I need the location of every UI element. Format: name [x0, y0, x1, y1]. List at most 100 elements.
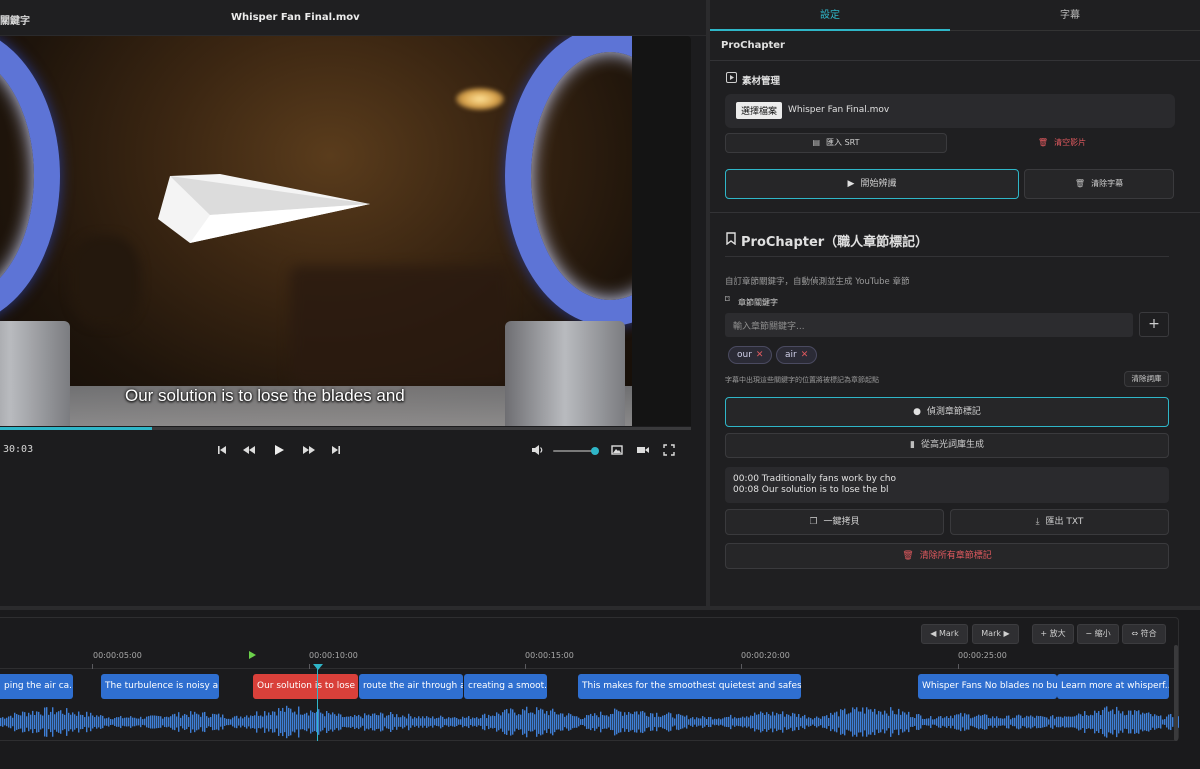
volume-slider[interactable]: [553, 447, 599, 455]
waveform-bar: [894, 714, 896, 730]
bookmark-icon: ▮: [910, 440, 915, 450]
chapter-marker-flag[interactable]: [249, 651, 256, 659]
trash-icon: 🗑: [902, 551, 914, 561]
subtitle-clip[interactable]: creating a smoot...: [464, 674, 547, 699]
subtitle-clip[interactable]: The turbulence is noisy a...: [101, 674, 219, 699]
waveform-bar: [472, 717, 474, 727]
waveform-bar: [1160, 715, 1162, 729]
rewind-icon[interactable]: [242, 443, 256, 457]
waveform-bar: [462, 716, 464, 728]
waveform-bar: [614, 708, 616, 736]
import-srt-button[interactable]: ▤ 匯入 SRT: [725, 133, 947, 153]
start-recognize-button[interactable]: ▶ 開始辨識: [725, 169, 1019, 199]
playhead-handle[interactable]: [313, 664, 323, 670]
waveform-bar: [322, 713, 324, 731]
waveform-bar: [956, 714, 958, 730]
waveform-bar: [618, 711, 620, 733]
waveform-bar: [648, 716, 650, 728]
tab-settings[interactable]: 設定: [710, 0, 950, 31]
chapters-output[interactable]: 00:00 Traditionally fans work by cho 00:…: [725, 467, 1169, 503]
keyword-tag[interactable]: our ✕: [728, 346, 773, 364]
waveform-bar: [826, 715, 828, 729]
waveform-bar: [610, 714, 612, 730]
background-lamp: [456, 88, 504, 110]
waveform-bar: [852, 707, 854, 737]
ruler-tick: [958, 664, 959, 669]
copy-all-button[interactable]: ❐ 一鍵拷貝: [725, 509, 944, 535]
waveform-bar: [436, 718, 438, 726]
zoom-in-button[interactable]: + 放大: [1032, 624, 1074, 644]
subtitle-clip[interactable]: ping the air ca...: [0, 674, 73, 699]
waveform-bar: [338, 713, 340, 731]
play-icon[interactable]: [272, 443, 286, 457]
skip-forward-icon[interactable]: [329, 443, 343, 457]
volume-icon[interactable]: [530, 443, 544, 457]
waveform-bar: [628, 711, 630, 733]
video-header: 關鍵字 Whisper Fan Final.mov: [0, 0, 706, 36]
waveform-bar: [1094, 710, 1096, 734]
divider: [725, 256, 1169, 257]
ruler-label: 00:00:25:00: [958, 651, 1007, 660]
waveform-bar: [990, 718, 992, 726]
image-icon[interactable]: [610, 443, 624, 457]
waveform-bar: [114, 718, 116, 726]
subtitle-clip[interactable]: This makes for the smoothest quietest an…: [578, 674, 801, 699]
generate-from-highlights-button[interactable]: ▮ 從高光詞庫生成: [725, 433, 1169, 458]
waveform-bar: [40, 714, 42, 730]
waveform-bar: [790, 716, 792, 728]
timeline-scrollbar[interactable]: [1174, 645, 1178, 741]
fast-forward-icon[interactable]: [302, 443, 316, 457]
waveform-bar: [270, 714, 272, 730]
fullscreen-icon[interactable]: [662, 443, 676, 457]
subtitle-clip-active[interactable]: Our solution is to lose ...: [253, 674, 358, 699]
clear-all-chapters-button[interactable]: 🗑 清除所有章節標記: [725, 543, 1169, 569]
detect-chapters-button[interactable]: ● 偵測章節標記: [725, 397, 1169, 427]
video-player[interactable]: Our solution is to lose the blades and: [0, 36, 691, 426]
waveform-bar: [980, 715, 982, 729]
waveform-bar: [640, 711, 642, 733]
camera-icon[interactable]: [636, 443, 650, 457]
waveform-bar: [1066, 716, 1068, 728]
waveform-bar: [150, 715, 152, 729]
add-keyword-button[interactable]: +: [1139, 312, 1169, 337]
waveform-bar: [1104, 707, 1106, 737]
skip-back-icon[interactable]: [215, 443, 229, 457]
waveform-bar: [672, 717, 674, 727]
waveform-bar: [62, 713, 64, 731]
audio-waveform[interactable]: [0, 703, 1179, 741]
waveform-bar: [292, 712, 294, 732]
waveform-bar: [376, 714, 378, 730]
waveform-bar: [728, 716, 730, 728]
keyword-input[interactable]: 輸入章節關鍵字...: [725, 313, 1133, 337]
subtitle-clip[interactable]: Learn more at whisperf...: [1057, 674, 1169, 699]
subtitle-clip[interactable]: Whisper Fans No blades no bu...: [918, 674, 1057, 699]
mark-next-button[interactable]: Mark ▶: [972, 624, 1019, 644]
waveform-bar: [142, 719, 144, 725]
choose-file-button[interactable]: 選擇檔案: [736, 102, 783, 119]
waveform-bar: [590, 713, 592, 731]
waveform-bar: [916, 714, 918, 730]
clear-subtitles-button[interactable]: 🗑 清除字幕: [1024, 169, 1174, 199]
remove-tag-icon[interactable]: ✕: [756, 350, 764, 360]
clear-video-button[interactable]: 🗑 清空影片: [950, 133, 1174, 153]
remove-tag-icon[interactable]: ✕: [801, 350, 809, 360]
waveform-bar: [310, 710, 312, 734]
clear-library-button[interactable]: 清除詞庫: [1124, 371, 1169, 387]
ruler-tick: [309, 664, 310, 669]
tab-subtitles[interactable]: 字幕: [950, 0, 1190, 31]
mark-prev-button[interactable]: ◀ Mark: [921, 624, 968, 644]
waveform-bar: [1086, 715, 1088, 729]
keyword-tag[interactable]: air ✕: [776, 346, 818, 364]
export-txt-button[interactable]: ⤓ 匯出 TXT: [950, 509, 1169, 535]
volume-knob[interactable]: [590, 447, 599, 455]
subtitle-clip[interactable]: route the air through a...: [359, 674, 463, 699]
waveform-bar: [308, 715, 310, 729]
playhead[interactable]: [317, 668, 318, 741]
waveform-bar: [1124, 715, 1126, 729]
waveform-bar: [108, 717, 110, 727]
waveform-bar: [1070, 716, 1072, 728]
waveform-bar: [1020, 715, 1022, 729]
waveform-bar: [486, 718, 488, 726]
zoom-out-button[interactable]: − 縮小: [1077, 624, 1119, 644]
fit-button[interactable]: ⇔ 符合: [1122, 624, 1166, 644]
